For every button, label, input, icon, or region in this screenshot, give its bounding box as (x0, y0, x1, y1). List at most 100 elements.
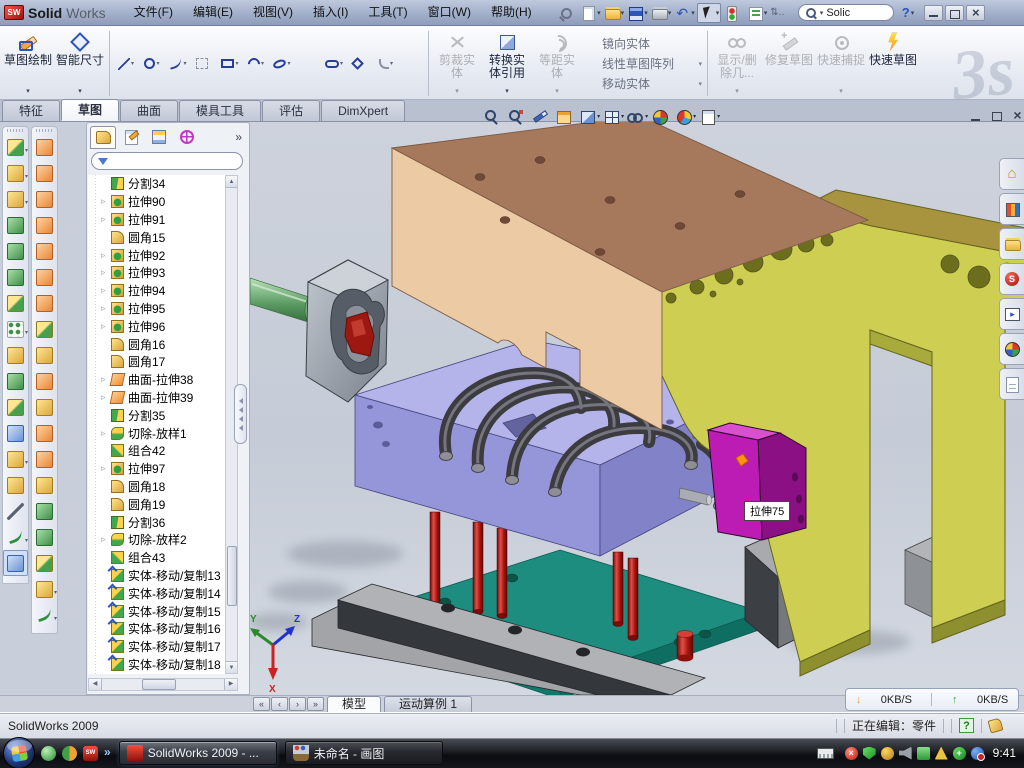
print-icon[interactable]: ▾ (650, 3, 673, 23)
feature-tree-item[interactable]: ▹ 分割34 (88, 175, 225, 193)
lofted-boss-icon[interactable]: ▾ (3, 238, 28, 264)
delete-body-icon[interactable]: ▾ (3, 446, 28, 472)
spline-tool[interactable]: ▾ (165, 54, 191, 74)
chevron-down-icon[interactable]: ▾ (25, 537, 28, 544)
undo-icon[interactable]: ↶ ▾ (673, 3, 696, 23)
parting-line-icon[interactable]: ▾ (32, 394, 57, 420)
new-document-icon[interactable]: ▾ (579, 3, 602, 23)
chevron-down-icon[interactable]: ▾ (455, 85, 459, 98)
configuration-manager-tab[interactable] (146, 126, 172, 149)
shut-off-surface-icon[interactable]: ▾ (32, 420, 57, 446)
start-button[interactable] (3, 737, 35, 768)
feature-tree-item[interactable]: ▹ 圆角16 (88, 335, 225, 353)
scroll-left-button[interactable]: ◀ (89, 679, 102, 690)
panel-expand-button[interactable]: » (235, 130, 246, 144)
nav-first-button[interactable]: « (253, 697, 270, 711)
core-icon[interactable]: ▾ (32, 498, 57, 524)
chevron-down-icon[interactable]: ▾ (644, 9, 648, 17)
section-view-icon[interactable]: ▾ (555, 108, 576, 125)
convert-entities-button[interactable]: 转换实体引用 ▾ (482, 28, 532, 99)
keyboard-layout-icon[interactable] (817, 748, 834, 759)
tab-model[interactable]: 模型 (327, 696, 381, 712)
nav-prev-button[interactable]: ‹ (271, 697, 288, 711)
antivirus-tray-icon[interactable] (863, 747, 876, 760)
offset-entities-button[interactable]: 等距实体 ▾ (532, 28, 582, 99)
toolbar-overflow-icon[interactable]: ▾ (769, 3, 792, 23)
feature-tree-item[interactable]: ▹ 圆角18 (88, 478, 225, 496)
chevron-down-icon[interactable]: ▾ (839, 85, 843, 98)
panel-splitter-handle[interactable] (234, 384, 247, 444)
chevron-down-icon[interactable]: ▾ (716, 9, 720, 17)
feature-tree-item[interactable]: ▹ 曲面-拉伸39 (88, 389, 225, 407)
chevron-down-icon[interactable]: ▾ (340, 60, 343, 67)
tab-surfaces[interactable]: 曲面 (120, 100, 178, 121)
feature-tree-item[interactable]: ▹ 拉伸94 (88, 282, 225, 300)
circle-tool[interactable]: ▾ (139, 54, 165, 74)
view-settings-icon[interactable]: ▾ (699, 108, 720, 125)
tab-features[interactable]: 特征 (2, 100, 60, 121)
network-tray-icon[interactable] (917, 747, 930, 760)
feature-tree-item[interactable]: ▹ 实体-移动/复制17 (88, 638, 225, 656)
ellipse-tool[interactable]: ▾ (269, 54, 295, 74)
extruded-surface-icon[interactable]: ▾ (32, 186, 57, 212)
tab-dimxpert[interactable]: DimXpert (321, 100, 405, 121)
view-orientation-icon[interactable]: ▾ (603, 108, 624, 125)
smart-dimension-button[interactable]: 智能尺寸 ▾ (54, 28, 106, 99)
swept-surface-icon[interactable]: ▾ (32, 134, 57, 160)
chevron-down-icon[interactable]: ▾ (25, 173, 28, 180)
boundary-surface-icon[interactable]: ▾ (32, 238, 57, 264)
feature-tree-item[interactable]: ▹ 分割36 (88, 513, 225, 531)
search-input[interactable]: ▾ Solic (798, 4, 894, 21)
trim-entities-button[interactable]: 剪裁实体 ▾ (432, 28, 482, 99)
chevron-down-icon[interactable]: ▾ (26, 85, 30, 98)
menu-file[interactable]: 文件(F) (124, 0, 183, 25)
revolved-surface-icon[interactable]: ▾ (32, 160, 57, 186)
revolved-boss-icon[interactable]: ▾ (3, 160, 28, 186)
knit-surface-icon[interactable]: ▾ (32, 316, 57, 342)
file-explorer-tab[interactable] (999, 228, 1024, 260)
expand-arrow-icon[interactable]: ▹ (101, 250, 110, 261)
tree-horizontal-scrollbar[interactable]: ◀ ▶ (88, 678, 238, 691)
construction-line-icon[interactable]: ▾ (3, 498, 28, 524)
chevron-down-icon[interactable]: ▾ (691, 9, 695, 17)
chevron-down-icon[interactable]: ▾ (25, 459, 28, 466)
quick-launch-icon[interactable] (62, 746, 77, 761)
scroll-right-button[interactable]: ▶ (224, 679, 237, 690)
selection-box-tool[interactable]: ▾ (191, 54, 217, 74)
feature-tree-item[interactable]: ▹ 切除-放样2 (88, 531, 225, 549)
display-style-icon[interactable]: ▾ (579, 108, 600, 125)
feature-tree-item[interactable]: ▹ 圆角15 (88, 228, 225, 246)
scroll-up-button[interactable]: ▲ (226, 176, 237, 188)
feature-tree-item[interactable]: ▹ 实体-移动/复制16 (88, 620, 225, 638)
boss-icon[interactable]: ▾ (3, 472, 28, 498)
polygon-tool[interactable]: ▾ (347, 54, 373, 74)
menu-window[interactable]: 窗口(W) (418, 0, 481, 25)
feature-tree-item[interactable]: ▹ 拉伸93 (88, 264, 225, 282)
solidworks-resources-tab[interactable] (999, 158, 1024, 190)
tab-sketch[interactable]: 草图 (61, 99, 119, 121)
chevron-down-icon[interactable]: ▾ (287, 60, 290, 67)
solidworks-quick-launch-icon[interactable]: SW (83, 746, 98, 761)
zoom-to-area-icon[interactable]: ▾ (507, 108, 528, 125)
linear-sketch-pattern-button[interactable]: 线性草图阵列 ▾ (584, 55, 702, 73)
move-copy-body-icon[interactable]: ▾ (3, 420, 28, 446)
chevron-down-icon[interactable]: ▾ (555, 85, 559, 98)
expand-arrow-icon[interactable]: ▹ (101, 463, 110, 474)
feature-tree-item[interactable]: ▹ 实体-移动/复制18 (88, 656, 225, 674)
expand-arrow-icon[interactable]: ▹ (101, 321, 110, 332)
chevron-down-icon[interactable]: ▾ (390, 60, 393, 67)
freeform-icon[interactable]: ▾ (32, 602, 57, 628)
feature-tree-item[interactable]: ▹ 曲面-拉伸38 (88, 371, 225, 389)
linear-pattern-icon[interactable]: ▾ (3, 316, 28, 342)
sketch-button[interactable]: 草图绘制 ▾ (2, 28, 54, 99)
taskbar-solidworks-button[interactable]: SolidWorks 2009 - ... (119, 741, 277, 765)
chevron-down-icon[interactable]: ▾ (183, 60, 186, 67)
display-delete-relations-button[interactable]: 显示/删除几... ▾ (711, 28, 763, 99)
expand-arrow-icon[interactable]: ▹ (101, 374, 110, 385)
expand-arrow-icon[interactable]: ▹ (101, 392, 110, 403)
fillet-icon[interactable]: ▾ (3, 186, 28, 212)
filter-input[interactable] (112, 155, 236, 167)
arc-tool[interactable]: ▾ (243, 54, 269, 74)
tab-motion-study-1[interactable]: 运动算例 1 (384, 696, 472, 712)
extend-surface-icon[interactable]: ▾ (32, 368, 57, 394)
